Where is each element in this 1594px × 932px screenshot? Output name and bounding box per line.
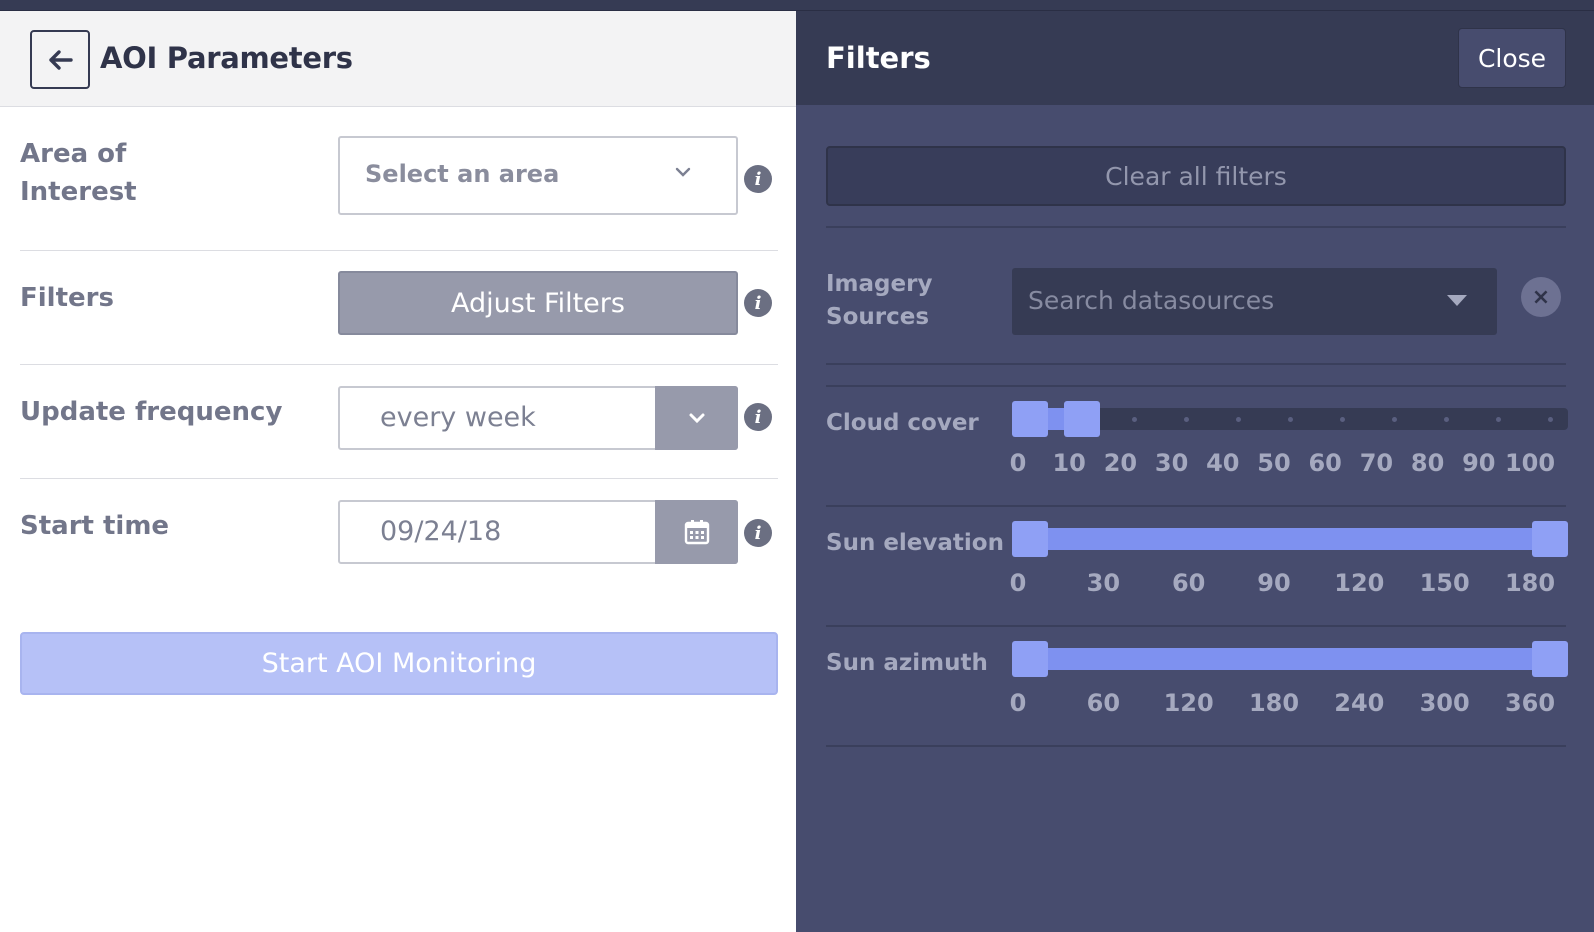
imagery-label-line2: Sources: [826, 304, 930, 330]
datasource-placeholder: Search datasources: [1028, 286, 1275, 315]
divider: [826, 505, 1566, 507]
caret-down-icon: [1447, 295, 1467, 306]
imagery-sources-label: Imagery Sources: [826, 268, 932, 334]
area-label-line1: Area of: [20, 139, 127, 169]
tick-label: 70: [1359, 449, 1394, 477]
tick-label: 150: [1419, 569, 1470, 597]
calendar-icon: [684, 520, 709, 545]
slider-fill: [1030, 528, 1550, 550]
sun-azimuth-label: Sun azimuth: [826, 650, 988, 676]
adjust-filters-button[interactable]: Adjust Filters: [338, 271, 738, 335]
area-select[interactable]: Select an area: [338, 136, 738, 215]
aoi-parameters-panel: AOI Parameters Area of Interest Select a…: [0, 11, 796, 932]
clear-all-filters-button[interactable]: Clear all filters: [826, 146, 1566, 206]
slider-handle-high[interactable]: [1064, 401, 1100, 437]
tick-label: 30: [1154, 449, 1189, 477]
sun-elevation-label: Sun elevation: [826, 530, 1004, 556]
tick-label: 120: [1163, 689, 1214, 717]
tick-label: 60: [1086, 689, 1121, 717]
chevron-down-icon: [689, 413, 704, 424]
tick-label: 90: [1462, 449, 1496, 477]
area-of-interest-label: Area of Interest: [20, 135, 137, 211]
slider-handle-low[interactable]: [1012, 401, 1048, 437]
tick-label: 60: [1308, 449, 1342, 477]
chevron-down-icon: [675, 167, 691, 177]
imagery-label-line1: Imagery: [826, 271, 933, 297]
arrow-left-icon: [49, 49, 73, 70]
divider: [20, 364, 778, 365]
divider: [826, 226, 1566, 228]
tick-label: 120: [1334, 569, 1385, 597]
filters-label: Filters: [20, 283, 114, 313]
tick-label: 30: [1086, 569, 1121, 597]
clear-datasource-icon[interactable]: ×: [1521, 277, 1561, 317]
area-label-line2: Interest: [20, 177, 137, 207]
frequency-dropdown-button[interactable]: [655, 386, 738, 450]
update-frequency-value: every week: [380, 402, 536, 433]
sun-azimuth-slider[interactable]: [1012, 648, 1568, 670]
tick-label: 100: [1504, 449, 1556, 477]
start-time-value: 09/24/18: [380, 516, 502, 547]
start-aoi-monitoring-button[interactable]: Start AOI Monitoring: [20, 632, 778, 695]
divider: [826, 625, 1566, 627]
tick-label: 240: [1334, 689, 1385, 717]
filters-header: Filters Close: [796, 11, 1594, 105]
sun-elevation-slider[interactable]: [1012, 528, 1568, 550]
tick-label: 60: [1171, 569, 1206, 597]
start-time-input[interactable]: 09/24/18: [338, 500, 738, 564]
update-frequency-select[interactable]: every week: [338, 386, 738, 450]
slider-step-dot: [1183, 416, 1189, 422]
tick-label: 50: [1257, 449, 1291, 477]
filters-title: Filters: [826, 41, 931, 75]
slider-step-dot: [1131, 416, 1137, 422]
tick-label: 0: [1009, 569, 1027, 597]
slider-step-dot: [1339, 416, 1345, 422]
slider-handle-high[interactable]: [1532, 641, 1568, 677]
slider-step-dot: [1547, 416, 1553, 422]
tick-label: 90: [1257, 569, 1291, 597]
slider-step-dot: [1443, 416, 1449, 422]
start-time-label: Start time: [20, 511, 170, 541]
back-button[interactable]: [30, 30, 90, 89]
slider-step-dot: [1391, 416, 1397, 422]
filters-info-icon[interactable]: i: [744, 289, 772, 317]
tick-label: 360: [1504, 689, 1556, 717]
frequency-info-icon[interactable]: i: [744, 403, 772, 431]
area-info-icon[interactable]: i: [744, 165, 772, 193]
page-title: AOI Parameters: [100, 41, 353, 75]
tick-label: 180: [1504, 569, 1556, 597]
slider-handle-low[interactable]: [1012, 521, 1048, 557]
divider: [20, 478, 778, 479]
update-frequency-label: Update frequency: [20, 397, 283, 427]
divider: [826, 363, 1566, 365]
slider-handle-low[interactable]: [1012, 641, 1048, 677]
aoi-header: AOI Parameters: [0, 11, 796, 107]
slider-step-dot: [1287, 416, 1293, 422]
cloud-cover-label: Cloud cover: [826, 410, 979, 436]
tick-label: 180: [1248, 689, 1300, 717]
tick-label: 300: [1419, 689, 1470, 717]
window-top-strip: [0, 0, 1594, 11]
calendar-button[interactable]: [655, 500, 738, 564]
slider-fill: [1030, 648, 1550, 670]
slider-step-dot: [1235, 416, 1241, 422]
tick-label: 0: [1009, 689, 1027, 717]
divider: [826, 385, 1566, 387]
tick-label: 20: [1103, 449, 1138, 477]
area-select-placeholder: Select an area: [365, 160, 560, 188]
start-time-info-icon[interactable]: i: [744, 519, 772, 547]
filters-panel: Filters Close Clear all filters Imagery …: [796, 11, 1594, 932]
tick-label: 10: [1052, 449, 1086, 477]
tick-label: 40: [1206, 449, 1240, 477]
tick-label: 0: [1009, 449, 1027, 477]
datasource-search-select[interactable]: Search datasources: [1012, 268, 1497, 335]
close-button[interactable]: Close: [1458, 28, 1566, 88]
slider-handle-high[interactable]: [1532, 521, 1568, 557]
divider: [20, 250, 778, 251]
tick-label: 80: [1410, 449, 1445, 477]
divider: [826, 745, 1566, 747]
slider-step-dot: [1495, 416, 1501, 422]
